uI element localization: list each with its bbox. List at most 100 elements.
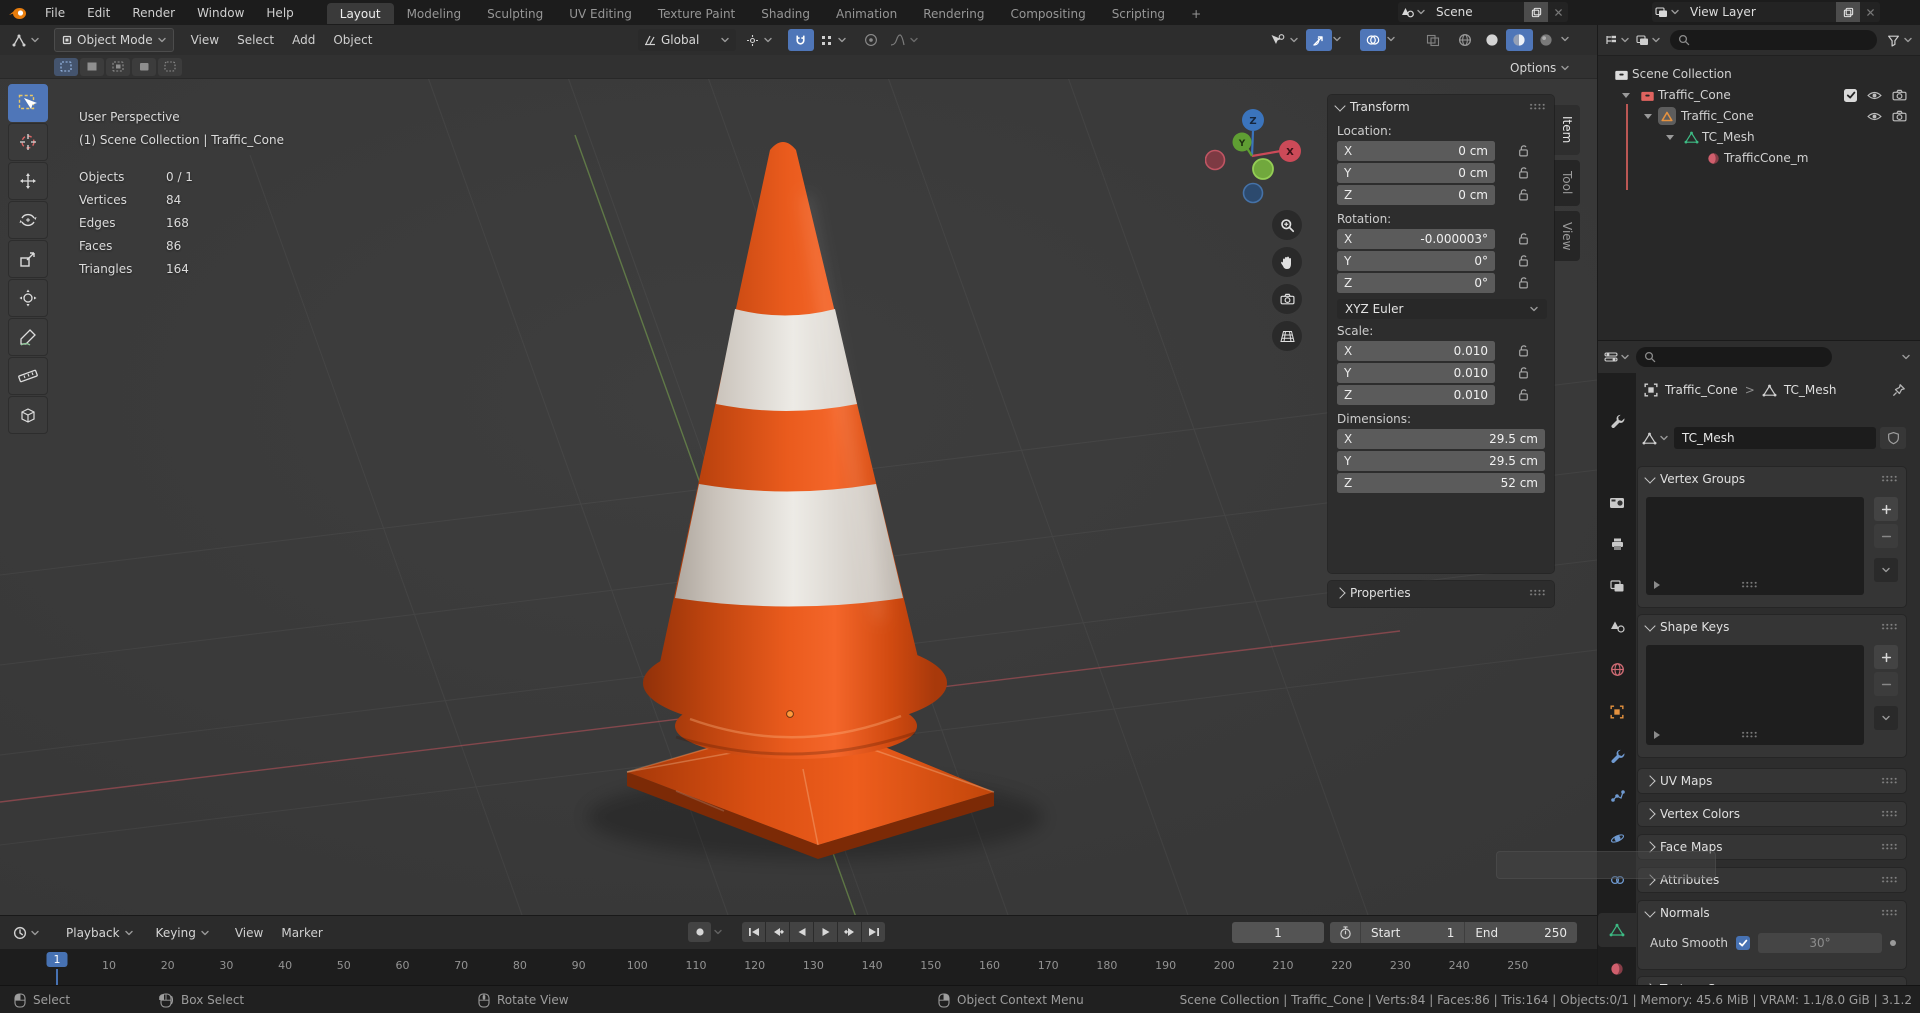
workspace-tab-animation[interactable]: Animation bbox=[823, 3, 910, 24]
keying-menu[interactable]: Keying bbox=[150, 922, 216, 944]
tool-transform[interactable] bbox=[8, 279, 48, 317]
panel-grip-icon[interactable] bbox=[1881, 810, 1898, 818]
gizmo-z-negative-axis[interactable] bbox=[1242, 182, 1264, 204]
proportional-editing-toggle[interactable] bbox=[858, 29, 884, 51]
remove-view-layer-button[interactable] bbox=[1860, 2, 1880, 22]
tool-scale[interactable] bbox=[8, 240, 48, 278]
outliner-row-material-trafficcone-m[interactable]: TrafficCone_m bbox=[1598, 148, 1920, 168]
gizmo-y-negative-axis[interactable] bbox=[1252, 158, 1274, 180]
tool-select-box[interactable] bbox=[8, 84, 48, 122]
selectability-visibility-dropdown[interactable] bbox=[1264, 29, 1305, 51]
list-expand-icon[interactable] bbox=[1654, 581, 1660, 589]
auto-smooth-angle-field[interactable]: 30° bbox=[1757, 933, 1882, 953]
pivot-point-dropdown[interactable] bbox=[740, 29, 779, 51]
gizmo-dropdown[interactable] bbox=[1332, 34, 1342, 44]
lock-icon[interactable] bbox=[1517, 232, 1530, 246]
scale-y-field[interactable]: Y 0.010 bbox=[1337, 363, 1495, 383]
menu-edit[interactable]: Edit bbox=[76, 0, 121, 25]
tool-measure[interactable] bbox=[8, 357, 48, 395]
tab-view-layer-properties[interactable] bbox=[1598, 569, 1636, 603]
tab-particle-properties[interactable] bbox=[1598, 779, 1636, 813]
add-menu[interactable]: Add bbox=[283, 33, 324, 47]
camera-view-button[interactable] bbox=[1272, 284, 1302, 314]
list-expand-icon[interactable] bbox=[1654, 731, 1660, 739]
add-view-layer-button[interactable] bbox=[1836, 2, 1860, 22]
tool-cursor[interactable] bbox=[8, 123, 48, 161]
lock-icon[interactable] bbox=[1517, 366, 1530, 380]
collection-checkbox[interactable] bbox=[1844, 88, 1857, 102]
workspace-tab-compositing[interactable]: Compositing bbox=[997, 3, 1098, 24]
shading-dropdown[interactable] bbox=[1560, 34, 1570, 44]
dimensions-y-field[interactable]: Y 29.5 cm bbox=[1337, 451, 1545, 471]
remove-shape-key-button[interactable] bbox=[1874, 672, 1898, 696]
render-visibility-camera-icon[interactable] bbox=[1892, 89, 1907, 101]
editor-type-button[interactable] bbox=[1602, 34, 1632, 46]
workspace-tab-uv-editing[interactable]: UV Editing bbox=[556, 3, 645, 24]
lock-icon[interactable] bbox=[1517, 388, 1530, 402]
shading-solid-button[interactable] bbox=[1479, 29, 1506, 51]
rotation-x-field[interactable]: X -0.000003° bbox=[1337, 229, 1495, 249]
lock-icon[interactable] bbox=[1517, 254, 1530, 268]
menu-help[interactable]: Help bbox=[255, 0, 304, 25]
shape-key-specials-button[interactable] bbox=[1874, 706, 1898, 730]
select-mode-box-button[interactable] bbox=[80, 57, 104, 76]
tab-modifier-properties[interactable] bbox=[1598, 738, 1636, 772]
workspace-tab-sculpting[interactable]: Sculpting bbox=[474, 3, 556, 24]
pin-icon[interactable] bbox=[1892, 383, 1906, 397]
expand-arrow-icon[interactable] bbox=[1622, 92, 1630, 98]
playhead-line[interactable] bbox=[56, 969, 58, 986]
scale-z-field[interactable]: Z 0.010 bbox=[1337, 385, 1495, 405]
shading-wireframe-button[interactable] bbox=[1452, 29, 1479, 51]
panel-grip-icon[interactable] bbox=[1881, 777, 1898, 785]
proportional-falloff-dropdown[interactable] bbox=[884, 29, 925, 51]
hide-eye-icon[interactable] bbox=[1867, 90, 1882, 101]
view-layer-name[interactable]: View Layer bbox=[1682, 5, 1836, 19]
tab-physics-properties[interactable] bbox=[1598, 821, 1636, 855]
select-menu[interactable]: Select bbox=[228, 33, 283, 47]
view-menu[interactable]: View bbox=[182, 33, 228, 47]
jump-to-previous-keyframe-button[interactable] bbox=[766, 922, 789, 942]
filter-button[interactable] bbox=[1883, 34, 1917, 47]
auto-smooth-checkbox[interactable] bbox=[1735, 936, 1750, 950]
location-z-field[interactable]: Z 0 cm bbox=[1337, 185, 1495, 205]
animate-property-dot[interactable] bbox=[1890, 940, 1896, 946]
tool-move[interactable] bbox=[8, 162, 48, 200]
timeline-ruler[interactable]: 1 10 20 30 40 50 60 70 80 90 100 110 120 130 140 150 160… bbox=[0, 949, 1597, 986]
playback-menu[interactable]: Playback bbox=[60, 922, 140, 944]
menu-file[interactable]: File bbox=[34, 0, 76, 25]
rotation-mode-dropdown[interactable]: XYZ Euler bbox=[1337, 299, 1547, 319]
navigation-gizmo[interactable]: Z Y X bbox=[1205, 70, 1305, 210]
options-button[interactable]: Options bbox=[1504, 57, 1576, 79]
panel-grip-icon[interactable] bbox=[1881, 623, 1898, 631]
mode-selector[interactable]: Object Mode bbox=[54, 28, 174, 52]
vertex-groups-header[interactable]: Vertex Groups bbox=[1638, 467, 1906, 491]
properties-options-dropdown[interactable] bbox=[1901, 352, 1911, 362]
add-workspace-button[interactable]: + bbox=[1178, 3, 1214, 24]
jump-to-end-button[interactable] bbox=[862, 922, 885, 942]
select-mode-circle-button[interactable] bbox=[106, 57, 130, 76]
scene-name[interactable]: Scene bbox=[1428, 5, 1524, 19]
expand-arrow-icon[interactable] bbox=[1666, 134, 1674, 140]
snap-toggle-button[interactable] bbox=[788, 29, 814, 51]
object-menu[interactable]: Object bbox=[324, 33, 381, 47]
list-resize-grip[interactable] bbox=[1741, 581, 1758, 589]
location-x-field[interactable]: X 0 cm bbox=[1337, 141, 1495, 161]
snap-target-dropdown[interactable] bbox=[814, 29, 853, 51]
view-menu[interactable]: View bbox=[226, 926, 272, 940]
transform-orientation-dropdown[interactable]: Global bbox=[638, 29, 736, 51]
transform-panel-header[interactable]: Transform bbox=[1328, 95, 1554, 119]
start-frame-field[interactable]: Start 1 bbox=[1361, 926, 1464, 940]
tab-object-data-properties[interactable] bbox=[1598, 913, 1636, 947]
play-button[interactable] bbox=[814, 922, 837, 942]
lock-icon[interactable] bbox=[1517, 188, 1530, 202]
dimensions-x-field[interactable]: X 29.5 cm bbox=[1337, 429, 1545, 449]
panel-grip-icon[interactable] bbox=[1881, 876, 1898, 884]
view-layer-icon[interactable] bbox=[1652, 6, 1682, 18]
add-vertex-group-button[interactable] bbox=[1874, 497, 1898, 521]
current-frame-field[interactable]: 1 bbox=[1232, 922, 1324, 943]
workspace-tab-layout[interactable]: Layout bbox=[326, 3, 394, 24]
outliner-row-collection-traffic-cone[interactable]: Traffic_Cone bbox=[1598, 85, 1920, 105]
remove-vertex-group-button[interactable] bbox=[1874, 524, 1898, 548]
lock-icon[interactable] bbox=[1517, 166, 1530, 180]
jump-to-start-button[interactable] bbox=[742, 922, 765, 942]
